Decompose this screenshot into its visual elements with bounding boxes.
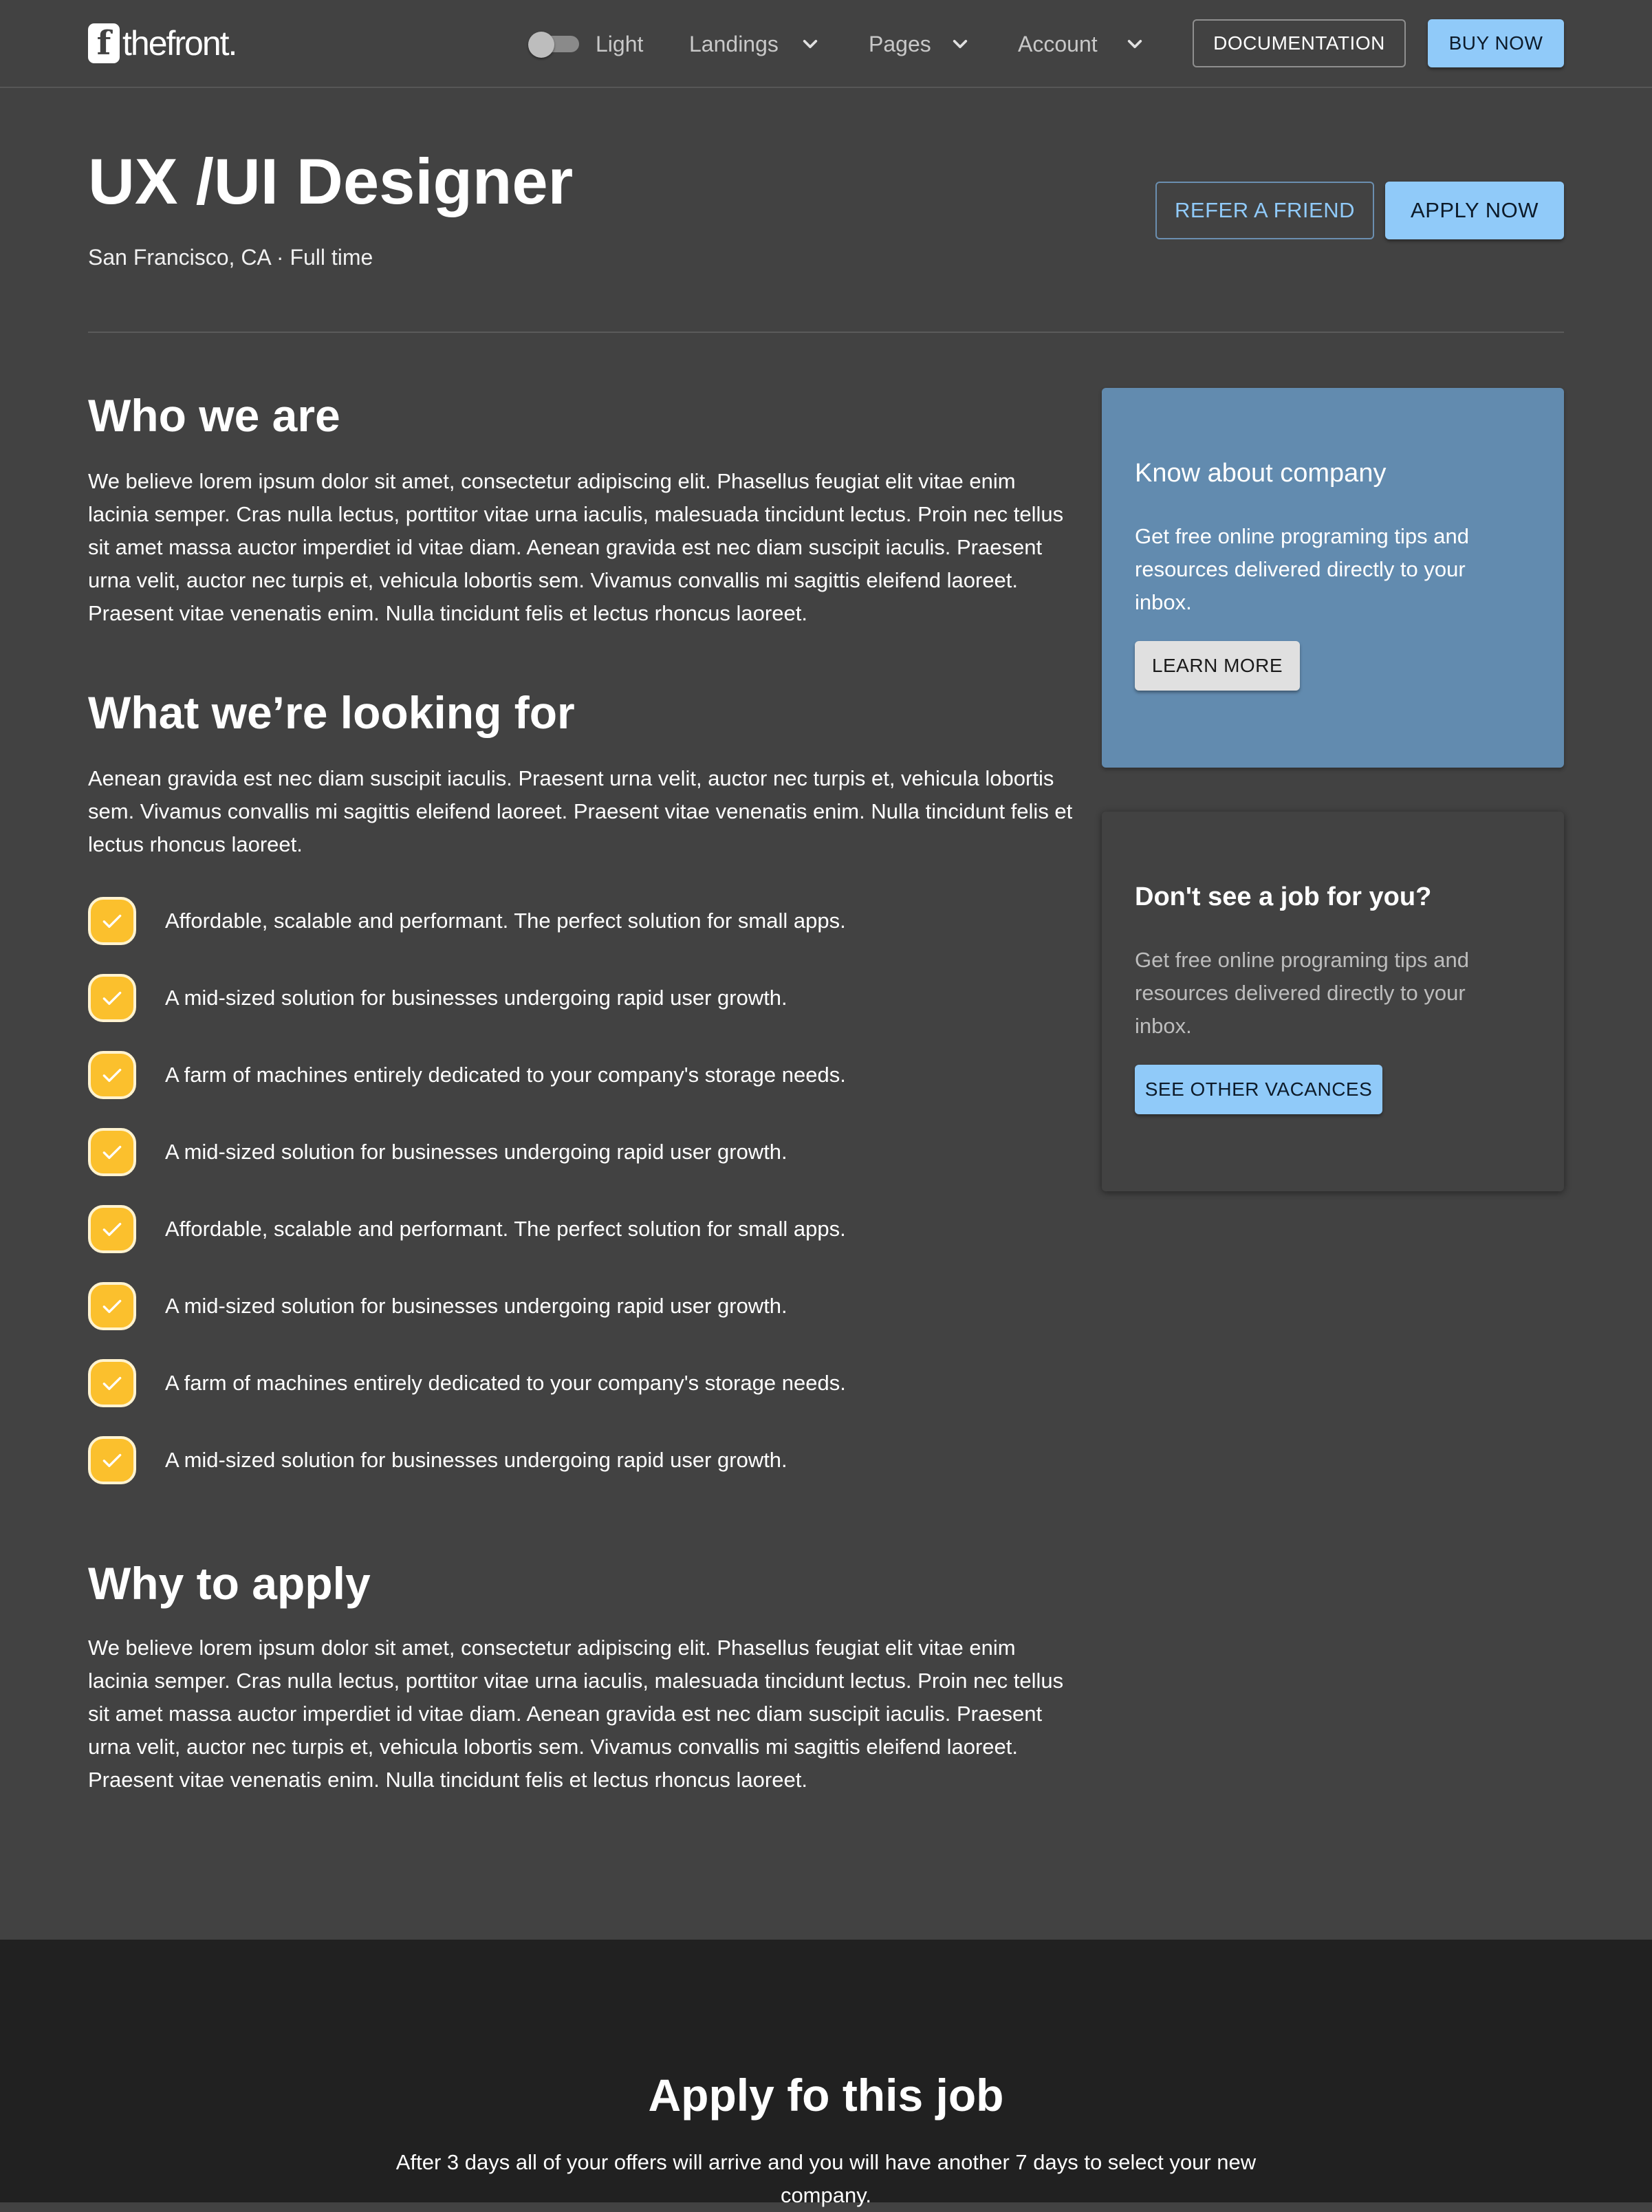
list-item-text: A farm of machines entirely dedicated to…: [165, 1063, 846, 1087]
list-item-text: A mid-sized solution for businesses unde…: [165, 986, 787, 1010]
check-icon: [88, 974, 136, 1022]
logo-text: thefront.: [122, 24, 237, 63]
company-card: Know about company Get free online progr…: [1102, 388, 1564, 768]
list-item: A mid-sized solution for businesses unde…: [88, 1125, 787, 1179]
list-item: Affordable, scalable and performant. The…: [88, 894, 846, 948]
nav-pages[interactable]: Pages: [869, 28, 931, 61]
apply-now-button[interactable]: APPLY NOW: [1385, 182, 1564, 239]
list-item-text: A mid-sized solution for businesses unde…: [165, 1140, 787, 1164]
top-navigation-bar: f thefront. Light Landings Pages Account…: [0, 0, 1652, 88]
nav-account[interactable]: Account: [1018, 28, 1098, 61]
check-icon: [88, 1128, 136, 1176]
check-icon: [88, 1205, 136, 1253]
theme-label: Light: [596, 32, 644, 56]
other-jobs-text: Get free online programing tips and reso…: [1135, 948, 1469, 1038]
looking-for-heading: What we’re looking for: [88, 687, 575, 738]
job-title: UX /UI Designer: [88, 145, 574, 217]
check-icon: [88, 897, 136, 945]
learn-more-button[interactable]: LEARN MORE: [1135, 641, 1300, 691]
list-item-text: A farm of machines entirely dedicated to…: [165, 1371, 846, 1395]
check-icon: [88, 1436, 136, 1484]
other-jobs-title: Don't see a job for you?: [1135, 882, 1432, 911]
refer-friend-button[interactable]: REFER A FRIEND: [1155, 182, 1374, 239]
divider: [88, 332, 1564, 333]
list-item: A mid-sized solution for businesses unde…: [88, 971, 787, 1025]
chevron-down-icon[interactable]: [1121, 30, 1149, 58]
toggle-knob: [528, 32, 554, 58]
why-apply-text: We believe lorem ipsum dolor sit amet, c…: [88, 1636, 1064, 1792]
check-icon: [88, 1282, 136, 1330]
chevron-down-icon[interactable]: [946, 30, 974, 58]
theme-toggle[interactable]: [528, 32, 580, 58]
see-other-vacancies-button[interactable]: SEE OTHER VACANCES: [1135, 1065, 1382, 1114]
company-card-text: Get free online programing tips and reso…: [1135, 524, 1469, 614]
who-we-are-text: We believe lorem ipsum dolor sit amet, c…: [88, 469, 1064, 625]
job-meta: San Francisco, CA · Full time: [88, 245, 373, 270]
chevron-down-icon[interactable]: [796, 30, 824, 58]
apply-section: Apply fo this job After 3 days all of yo…: [0, 1940, 1652, 2207]
apply-section-title: Apply fo this job: [648, 2070, 1004, 2121]
other-jobs-card: Don't see a job for you? Get free online…: [1102, 812, 1564, 1191]
documentation-button[interactable]: DOCUMENTATION: [1193, 19, 1406, 67]
list-item-text: Affordable, scalable and performant. The…: [165, 1217, 846, 1241]
why-apply-heading: Why to apply: [88, 1558, 371, 1609]
list-item: A mid-sized solution for businesses unde…: [88, 1279, 787, 1333]
list-item-text: A mid-sized solution for businesses unde…: [165, 1294, 787, 1318]
check-icon: [88, 1051, 136, 1099]
who-we-are-heading: Who we are: [88, 390, 340, 441]
list-item: A farm of machines entirely dedicated to…: [88, 1048, 846, 1102]
list-item-text: A mid-sized solution for businesses unde…: [165, 1448, 787, 1472]
list-item: A mid-sized solution for businesses unde…: [88, 1433, 787, 1487]
nav-landings[interactable]: Landings: [689, 28, 779, 61]
list-item: A farm of machines entirely dedicated to…: [88, 1356, 846, 1410]
company-card-title: Know about company: [1135, 459, 1387, 488]
logo-mark: f: [88, 23, 120, 63]
looking-for-text: Aenean gravida est nec diam suscipit iac…: [88, 766, 1073, 856]
list-item: Affordable, scalable and performant. The…: [88, 1202, 846, 1256]
logo[interactable]: f thefront.: [88, 23, 237, 63]
check-icon: [88, 1359, 136, 1407]
list-item-text: Affordable, scalable and performant. The…: [165, 909, 846, 933]
buy-now-button[interactable]: BUY NOW: [1428, 19, 1564, 67]
